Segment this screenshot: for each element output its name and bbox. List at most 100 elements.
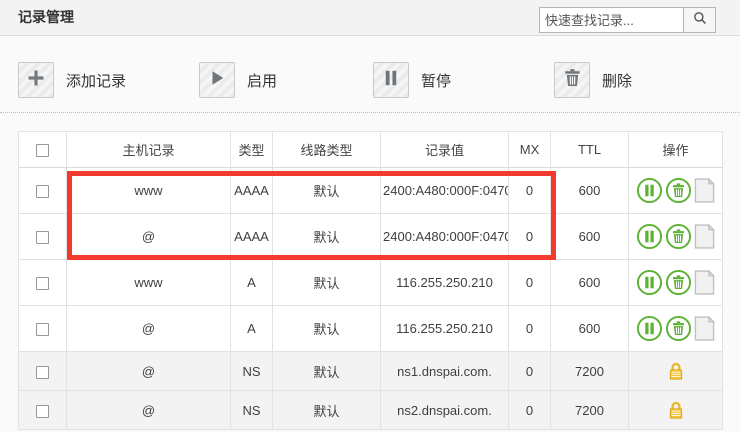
record-value-cell: 116.255.250.210 [381, 260, 509, 306]
delete-button[interactable] [554, 62, 590, 98]
record-type-cell: AAAA [231, 168, 273, 214]
search-input[interactable] [539, 7, 684, 33]
row-checkbox[interactable] [36, 231, 49, 244]
active-actions [629, 315, 722, 342]
note-page-icon[interactable] [694, 270, 715, 295]
pause-label: 暂停 [421, 70, 451, 91]
pause-record-icon[interactable] [636, 315, 663, 342]
delete-record-icon[interactable] [665, 223, 692, 250]
search-group [539, 7, 716, 33]
host-record-cell: www [67, 168, 231, 214]
pause-group: 暂停 [373, 62, 451, 98]
record-type-cell: AAAA [231, 214, 273, 260]
actions-cell [629, 168, 723, 214]
actions-cell [629, 391, 723, 430]
table-row: @ NS 默认 ns1.dnspai.com. 0 7200 [19, 352, 723, 391]
row-checkbox-cell [19, 352, 67, 391]
record-type-cell: NS [231, 352, 273, 391]
lock-icon [668, 401, 684, 420]
col-header-ttl: TTL [551, 132, 629, 168]
title-bar: 记录管理 [0, 0, 740, 36]
page-title: 记录管理 [18, 0, 74, 35]
plus-icon [26, 68, 46, 93]
col-header-type: 类型 [231, 132, 273, 168]
actions-cell [629, 260, 723, 306]
row-checkbox[interactable] [36, 185, 49, 198]
record-value-cell: ns1.dnspai.com. [381, 352, 509, 391]
record-type-cell: NS [231, 391, 273, 430]
ttl-cell: 7200 [551, 391, 629, 430]
toolbar: 添加记录 启用 暂停 [0, 37, 740, 113]
play-icon [208, 69, 226, 92]
mx-cell: 0 [509, 214, 551, 260]
host-record-cell: @ [67, 214, 231, 260]
pause-record-icon[interactable] [636, 269, 663, 296]
pause-record-icon[interactable] [636, 177, 663, 204]
row-checkbox[interactable] [36, 405, 49, 418]
record-management-page: 记录管理 添加记录 [0, 0, 740, 432]
locked-actions [629, 401, 722, 420]
delete-record-icon[interactable] [665, 315, 692, 342]
mx-cell: 0 [509, 352, 551, 391]
pause-record-icon[interactable] [636, 223, 663, 250]
table-row: www A 默认 116.255.250.210 0 600 [19, 260, 723, 306]
row-checkbox[interactable] [36, 366, 49, 379]
record-value-cell: 2400:A480:000F:0470:0 [381, 214, 509, 260]
col-header-line: 线路类型 [273, 132, 381, 168]
mx-cell: 0 [509, 168, 551, 214]
record-type-cell: A [231, 306, 273, 352]
trash-icon [563, 68, 582, 92]
mx-cell: 0 [509, 391, 551, 430]
table-header-row: 主机记录 类型 线路类型 记录值 MX TTL 操作 [19, 132, 723, 168]
col-header-value: 记录值 [381, 132, 509, 168]
delete-group: 删除 [554, 62, 632, 98]
locked-actions [629, 362, 722, 381]
mx-cell: 0 [509, 260, 551, 306]
note-page-icon[interactable] [694, 224, 715, 249]
pause-icon [382, 69, 400, 92]
enable-button[interactable] [199, 62, 235, 98]
add-record-button[interactable] [18, 62, 54, 98]
record-type-cell: A [231, 260, 273, 306]
delete-label: 删除 [602, 70, 632, 91]
actions-cell [629, 306, 723, 352]
enable-label: 启用 [247, 70, 277, 91]
pause-button[interactable] [373, 62, 409, 98]
search-button[interactable] [684, 7, 716, 33]
row-checkbox-cell [19, 391, 67, 430]
row-checkbox-cell [19, 214, 67, 260]
table-row: @ AAAA 默认 2400:A480:000F:0470:0 0 600 [19, 214, 723, 260]
ttl-cell: 600 [551, 168, 629, 214]
record-value-cell: 116.255.250.210 [381, 306, 509, 352]
add-record-label: 添加记录 [66, 70, 126, 91]
search-icon [693, 11, 707, 30]
note-page-icon[interactable] [694, 316, 715, 341]
col-header-host: 主机记录 [67, 132, 231, 168]
host-record-cell: @ [67, 306, 231, 352]
line-type-cell: 默认 [273, 352, 381, 391]
note-page-icon[interactable] [694, 178, 715, 203]
line-type-cell: 默认 [273, 306, 381, 352]
row-checkbox[interactable] [36, 323, 49, 336]
actions-cell [629, 214, 723, 260]
col-header-actions: 操作 [629, 132, 723, 168]
header-checkbox-cell [19, 132, 67, 168]
delete-record-icon[interactable] [665, 269, 692, 296]
line-type-cell: 默认 [273, 260, 381, 306]
row-checkbox-cell [19, 260, 67, 306]
actions-cell [629, 352, 723, 391]
line-type-cell: 默认 [273, 214, 381, 260]
lock-icon [668, 362, 684, 381]
select-all-checkbox[interactable] [36, 144, 49, 157]
record-value-cell: ns2.dnspai.com. [381, 391, 509, 430]
ttl-cell: 600 [551, 214, 629, 260]
enable-group: 启用 [199, 62, 277, 98]
table-row: @ A 默认 116.255.250.210 0 600 [19, 306, 723, 352]
delete-record-icon[interactable] [665, 177, 692, 204]
record-value-cell: 2400:A480:000F:0470:0 [381, 168, 509, 214]
host-record-cell: @ [67, 391, 231, 430]
mx-cell: 0 [509, 306, 551, 352]
ttl-cell: 600 [551, 260, 629, 306]
row-checkbox[interactable] [36, 277, 49, 290]
col-header-mx: MX [509, 132, 551, 168]
